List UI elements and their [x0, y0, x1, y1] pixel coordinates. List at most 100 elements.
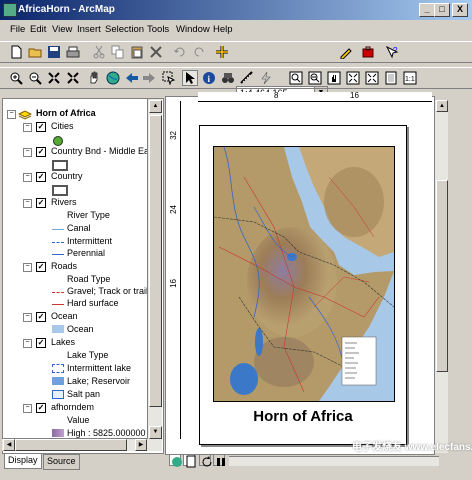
collapse-toggle[interactable]: − — [23, 199, 32, 208]
back-arrow-icon[interactable] — [124, 70, 140, 86]
layout-vertical-scrollbar[interactable]: ▲ — [434, 100, 448, 453]
scroll-thumb[interactable] — [436, 180, 448, 372]
menu-view[interactable]: View — [52, 24, 72, 35]
layout-pan-icon[interactable] — [326, 70, 342, 86]
layout-fixed-zoom-in-icon[interactable] — [345, 70, 361, 86]
collapse-toggle[interactable]: − — [23, 263, 32, 272]
undo-icon[interactable] — [172, 44, 188, 60]
minimize-button[interactable]: _ — [419, 3, 435, 17]
layout-bottom-bar — [165, 454, 445, 468]
ocean-fill-symbol — [52, 325, 64, 333]
redo-icon[interactable] — [191, 44, 207, 60]
collapse-toggle[interactable]: − — [23, 173, 32, 182]
collapse-toggle[interactable]: − — [23, 339, 32, 348]
standard-toolbar: 1:4,464,165 ▼ ? — [0, 41, 472, 100]
print-icon[interactable] — [65, 44, 81, 60]
toc-vertical-scrollbar[interactable]: ▲ ▼ — [147, 99, 162, 451]
save-icon[interactable] — [46, 44, 62, 60]
layer-visibility-checkbox[interactable]: ✓ — [36, 312, 46, 322]
collapse-toggle[interactable]: − — [23, 123, 32, 132]
map-data-frame[interactable] — [213, 146, 395, 402]
hyperlink-lightning-icon[interactable] — [258, 70, 274, 86]
legend-class: Hard surface — [67, 298, 119, 308]
scroll-right-arrow-icon[interactable]: ▶ — [135, 439, 147, 451]
collapse-toggle[interactable]: − — [23, 313, 32, 322]
layout-view-page-icon[interactable] — [183, 454, 196, 468]
tools-toolbar: i 1:1 — [0, 67, 472, 89]
menu-file[interactable]: File — [10, 24, 25, 35]
legend-class: Gravel; Track or trail; — [67, 286, 151, 296]
ruler-tick-label: 24 — [169, 205, 178, 214]
refresh-icon[interactable] — [199, 454, 212, 467]
layer-visibility-checkbox[interactable]: ✓ — [36, 122, 46, 132]
select-features-icon[interactable] — [161, 70, 177, 86]
fixed-zoom-in-icon[interactable] — [46, 70, 62, 86]
zoom-whole-page-icon[interactable] — [383, 70, 399, 86]
layer-visibility-checkbox[interactable]: ✓ — [36, 198, 46, 208]
data-view-globe-icon[interactable] — [169, 454, 182, 467]
legend-class: Lake; Reservoir — [67, 376, 131, 386]
identify-icon[interactable]: i — [201, 70, 217, 86]
collapse-toggle[interactable]: − — [23, 404, 32, 413]
editor-toolbar-icon[interactable] — [338, 44, 354, 60]
open-folder-icon[interactable] — [27, 44, 43, 60]
layout-fixed-zoom-out-icon[interactable] — [364, 70, 380, 86]
fixed-zoom-out-icon[interactable] — [65, 70, 81, 86]
scroll-up-arrow-icon[interactable]: ▲ — [436, 100, 448, 112]
layers-stack-icon — [18, 110, 32, 120]
scroll-down-arrow-icon[interactable]: ▼ — [149, 426, 162, 439]
svg-text:?: ? — [393, 46, 398, 55]
zoom-100-percent-icon[interactable]: 1:1 — [402, 70, 418, 86]
collapse-toggle[interactable]: − — [7, 110, 16, 119]
zoom-in-icon[interactable] — [8, 70, 24, 86]
legend-class: Intermittent — [67, 236, 113, 246]
layer-visibility-checkbox[interactable]: ✓ — [36, 262, 46, 272]
menu-tools[interactable]: Tools — [147, 24, 169, 35]
close-button[interactable]: X — [452, 3, 468, 17]
add-data-icon[interactable] — [214, 44, 230, 60]
layer-visibility-checkbox[interactable]: ✓ — [36, 403, 46, 413]
forward-arrow-icon[interactable] — [141, 70, 157, 86]
layer-name: Lakes — [51, 337, 76, 347]
horn-of-africa-map — [214, 147, 394, 401]
copy-icon[interactable] — [110, 44, 126, 60]
menu-window[interactable]: Window — [176, 24, 210, 35]
whats-this-help-icon[interactable]: ? — [384, 44, 400, 60]
ruler-tick-label: 8 — [274, 91, 279, 100]
find-binoculars-icon[interactable] — [220, 70, 236, 86]
tab-source[interactable]: Source — [43, 454, 80, 470]
tab-display[interactable]: Display — [4, 454, 42, 469]
cut-icon[interactable] — [91, 44, 107, 60]
maximize-button[interactable]: □ — [434, 3, 450, 17]
paste-icon[interactable] — [129, 44, 145, 60]
toc-horizontal-scrollbar[interactable]: ◀ ▶ — [2, 438, 148, 451]
pause-drawing-icon[interactable] — [213, 454, 225, 466]
zoom-out-icon[interactable] — [27, 70, 43, 86]
menu-help[interactable]: Help — [213, 24, 233, 35]
layout-zoom-in-icon[interactable] — [288, 70, 304, 86]
collapse-toggle[interactable]: − — [23, 148, 32, 157]
menu-edit[interactable]: Edit — [30, 24, 46, 35]
salt-pan-symbol — [52, 390, 64, 399]
pan-hand-icon[interactable] — [86, 70, 102, 86]
layout-zoom-out-icon[interactable] — [307, 70, 323, 86]
layer-visibility-checkbox[interactable]: ✓ — [36, 338, 46, 348]
layout-horizontal-scrollbar[interactable] — [229, 456, 439, 466]
measure-icon[interactable] — [239, 70, 255, 86]
scroll-up-arrow-icon[interactable]: ▲ — [149, 100, 162, 113]
menu-insert[interactable]: Insert — [77, 24, 101, 35]
menu-selection[interactable]: Selection — [105, 24, 144, 35]
scroll-thumb[interactable] — [15, 439, 127, 451]
full-extent-globe-icon[interactable] — [105, 70, 121, 86]
new-document-icon[interactable] — [8, 44, 24, 60]
scroll-left-arrow-icon[interactable]: ◀ — [3, 439, 15, 451]
layer-visibility-checkbox[interactable]: ✓ — [36, 147, 46, 157]
layer-visibility-checkbox[interactable]: ✓ — [36, 172, 46, 182]
scroll-thumb[interactable] — [149, 115, 162, 407]
canal-line-symbol — [52, 229, 64, 230]
arctoolbox-icon[interactable] — [360, 44, 376, 60]
title-bar: AfricaHorn - ArcMap _ □ X — [0, 0, 472, 20]
delete-icon[interactable] — [148, 44, 164, 60]
horizontal-ruler: 8 16 — [198, 91, 432, 102]
select-elements-icon[interactable] — [182, 70, 198, 86]
